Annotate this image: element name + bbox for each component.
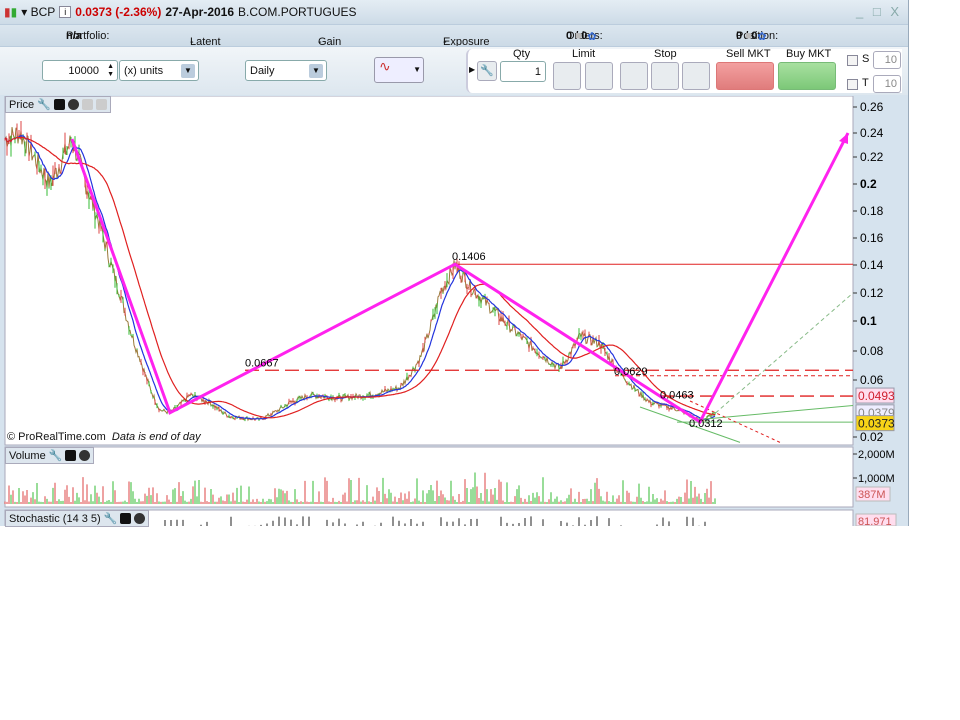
- instrument-name: B.COM.PORTUGUES: [238, 5, 357, 19]
- position[interactable]: Position: 0 ■ / 0 ✿: [736, 29, 778, 43]
- level-label: 0.0629: [614, 366, 648, 378]
- collapse-arrow-icon[interactable]: ▶: [469, 65, 475, 74]
- y-tick-label: 0.16: [860, 231, 884, 245]
- chart-area[interactable]: 0.26 0.24 0.22 0.2 0.18 0.16 0.14 0.12 0.1 0.08 0.…: [0, 96, 908, 526]
- s-label: S: [862, 53, 870, 65]
- y-tick-label: 0.02: [860, 430, 884, 444]
- move-up-icon[interactable]: [95, 99, 107, 110]
- qty-input[interactable]: 1: [500, 61, 546, 82]
- last-price-box-text: 0.0373: [858, 417, 895, 431]
- t-input[interactable]: 10: [873, 75, 901, 93]
- move-down-icon[interactable]: [81, 99, 93, 110]
- copyright: © ProRealTime.com Data is end of day: [7, 431, 201, 443]
- stop-sell-button[interactable]: [651, 62, 679, 90]
- portfolio-info: Portfolio: n/a: [66, 29, 110, 42]
- window-controls[interactable]: _ □ X: [856, 4, 902, 19]
- info-icon[interactable]: i: [59, 6, 72, 18]
- symbol-dropdown[interactable]: ▾ BCP: [21, 5, 55, 19]
- level-label: 0.0312: [689, 418, 723, 430]
- stop-checkbox[interactable]: [847, 55, 858, 66]
- info-bar: Portfolio: n/a Latent gain: - Gain today…: [0, 24, 908, 60]
- candlestick-icon[interactable]: ▮▮: [4, 5, 17, 19]
- cancel-orders-icon: ■: [575, 29, 582, 42]
- maximize-icon[interactable]: [120, 513, 132, 524]
- eod-note: Data is end of day: [111, 431, 201, 443]
- gear-icon: ✿: [757, 30, 767, 43]
- wrench-icon[interactable]: 🔧: [477, 61, 497, 81]
- chart-window: ▮▮ ▾ BCP i 0.0373 (-2.36%) 27-Apr-2016 B…: [0, 0, 909, 527]
- quantity-stepper[interactable]: 10000 ▲ ▼: [42, 60, 118, 81]
- orders[interactable]: Orders: 0 ■ / 0 ✿: [566, 29, 603, 43]
- qty-label: Qty: [513, 48, 531, 60]
- volume-last: 387M: [858, 489, 886, 501]
- volume-tick-label: 1,000M: [858, 473, 895, 485]
- y-tick-label: 0.26: [860, 100, 884, 114]
- maximize-icon[interactable]: [65, 450, 77, 461]
- symbol: BCP: [30, 5, 56, 19]
- toolbar: 10000 ▲ ▼ (x) units ▼ Daily ▼ ∿ ▼ ▶ 🔧 Qty 1 L…: [0, 46, 908, 95]
- s-input[interactable]: 10: [873, 51, 901, 69]
- y-tick-label: 0.24: [860, 126, 884, 140]
- sell-label: Sell MKT: [726, 48, 771, 60]
- units-select[interactable]: (x) units ▼: [119, 60, 199, 81]
- stochastic-pane-header: Stochastic (14 3 5) 🔧: [5, 510, 150, 527]
- limit-sell-button[interactable]: [585, 62, 613, 90]
- title-bar: ▮▮ ▾ BCP i 0.0373 (-2.36%) 27-Apr-2016 B…: [0, 0, 908, 24]
- buy-label: Buy MKT: [786, 48, 832, 60]
- stop-label: Stop: [654, 48, 677, 60]
- y-tick-label: 0.22: [860, 150, 884, 164]
- wrench-icon[interactable]: 🔧: [104, 512, 118, 525]
- y-tick-label: 0.06: [860, 373, 884, 387]
- close-icon[interactable]: [134, 513, 146, 524]
- stop-trailing-button[interactable]: [682, 62, 710, 90]
- period-select[interactable]: Daily ▼: [245, 60, 327, 81]
- stop-buy-button[interactable]: [620, 62, 648, 90]
- level-label: 0.1406: [452, 251, 486, 263]
- y-tick-label: 0.08: [860, 344, 884, 358]
- stochastic-last: 81.971: [858, 516, 892, 526]
- y-tick-label: 0.14: [860, 258, 884, 272]
- indicator-icon: ∿: [379, 58, 391, 74]
- volume-pane-header: Volume 🔧: [5, 447, 95, 464]
- wrench-icon[interactable]: 🔧: [49, 449, 63, 462]
- maximize-icon[interactable]: [53, 99, 65, 110]
- sell-market-button[interactable]: [716, 62, 774, 90]
- buy-market-button[interactable]: [778, 62, 836, 90]
- price-change: 0.0373 (-2.36%): [75, 5, 162, 19]
- close-icon[interactable]: [79, 450, 91, 461]
- target-checkbox[interactable]: [847, 79, 858, 90]
- level-price-box-text: 0.0493: [858, 389, 895, 403]
- y-tick-label: 0.2: [860, 177, 877, 191]
- limit-buy-button[interactable]: [553, 62, 581, 90]
- order-panel: ▶ 🔧 Qty 1 Limit Stop Sell MKT Buy MKT S …: [466, 48, 902, 93]
- gear-icon: ✿: [587, 30, 597, 43]
- price-pane-header: Price 🔧: [5, 96, 111, 113]
- level-label: 0.0667: [245, 357, 279, 369]
- close-icon[interactable]: [67, 99, 79, 110]
- level-label: 0.0463: [660, 390, 694, 402]
- y-tick-label: 0.18: [860, 204, 884, 218]
- date: 27-Apr-2016: [165, 5, 235, 19]
- indicators-button[interactable]: ∿ ▼: [374, 57, 424, 83]
- chevron-down-icon: ▼: [181, 64, 195, 78]
- close-position-icon: ■: [745, 29, 752, 42]
- y-tick-label: 0.1: [860, 314, 877, 328]
- limit-label: Limit: [572, 48, 596, 60]
- wrench-icon[interactable]: 🔧: [37, 98, 51, 111]
- chevron-down-icon: ▼: [309, 64, 323, 78]
- price-pane[interactable]: [4, 96, 854, 446]
- t-label: T: [862, 77, 869, 89]
- volume-tick-label: 2,000M: [858, 449, 895, 461]
- y-tick-label: 0.12: [860, 286, 884, 300]
